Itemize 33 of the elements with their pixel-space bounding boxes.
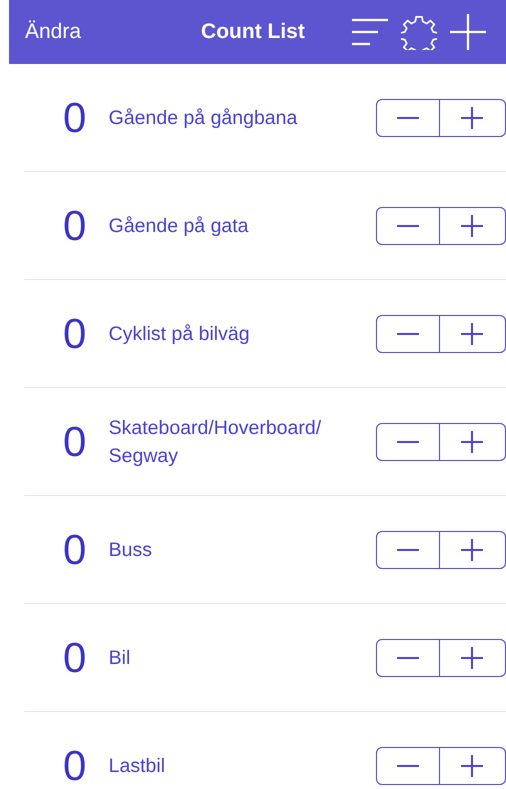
minus-icon: [397, 548, 419, 550]
minus-icon: [397, 764, 419, 766]
sort-icon[interactable]: [350, 17, 389, 47]
count-value: 0: [63, 96, 88, 138]
plus-icon: [460, 322, 482, 344]
counter-label: Bil: [108, 646, 132, 670]
plus-icon: [460, 214, 482, 236]
count-value: 0: [63, 744, 88, 786]
counter-label: Lastbil: [108, 754, 166, 778]
add-icon[interactable]: [448, 13, 487, 51]
counter-label: Gående på gata: [108, 214, 250, 238]
count-value: 0: [63, 636, 88, 678]
counter-label: Gående på gångbana: [108, 106, 298, 130]
minus-icon: [397, 656, 419, 658]
count-value: 0: [63, 312, 88, 354]
plus-icon: [460, 106, 482, 128]
count-value: 0: [63, 528, 88, 570]
plus-icon: [460, 538, 482, 560]
counter-label: Buss: [108, 538, 154, 562]
count-value: 0: [63, 420, 88, 462]
nav-title: Count List: [201, 19, 305, 46]
settings-icon[interactable]: [400, 14, 437, 50]
minus-icon: [397, 224, 419, 226]
counter-label: Cyklist på bilväg: [108, 322, 251, 346]
minus-icon: [397, 116, 419, 118]
minus-icon: [397, 332, 419, 334]
plus-icon: [460, 430, 482, 452]
plus-icon: [460, 646, 482, 668]
minus-icon: [397, 440, 419, 442]
plus-icon: [460, 754, 482, 776]
count-value: 0: [63, 204, 88, 246]
counter-label: Skateboard/Hoverboard/ Segway: [108, 416, 322, 468]
edit-button[interactable]: Ändra: [25, 16, 82, 48]
